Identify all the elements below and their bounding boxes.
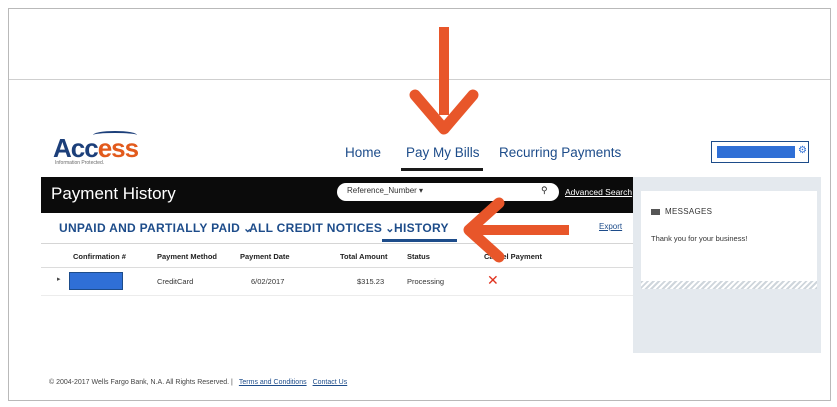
tab-unpaid-label: UNPAID AND PARTIALLY PAID <box>59 221 241 235</box>
logo-rest: ess <box>97 133 139 163</box>
column-header: Confirmation # <box>73 252 126 261</box>
search-icon[interactable]: ⚲ <box>541 185 548 196</box>
cell-status: Processing <box>407 277 445 286</box>
search-field-select[interactable]: Reference_Number ▾ <box>347 186 423 195</box>
card-edge-pattern <box>641 281 817 289</box>
logo-accent: Acc <box>53 133 99 163</box>
access-logo[interactable]: Access Information Protected. <box>53 131 143 171</box>
divider <box>41 267 633 268</box>
cell-payment-date: 6/02/2017 <box>251 277 285 286</box>
logo-wordmark: Access <box>53 133 139 163</box>
redacted-account-name <box>717 146 795 158</box>
column-header: Total Amount <box>340 252 388 261</box>
message-text: Thank you for your business! <box>651 234 748 243</box>
messages-heading: MESSAGES <box>651 207 712 216</box>
messages-card: MESSAGES Thank you for your business! <box>641 191 817 281</box>
column-header: Status <box>407 252 430 261</box>
page-title: Payment History <box>51 184 176 203</box>
column-header: Payment Date <box>240 252 290 261</box>
messages-heading-label: MESSAGES <box>665 207 713 216</box>
cancel-payment-icon[interactable]: ✕ <box>487 273 499 287</box>
screenshot-frame: Access Information Protected. Home Pay M… <box>8 8 831 401</box>
advanced-search-link[interactable]: Advanced Search <box>565 187 632 197</box>
copyright-text: © 2004-2017 Wells Fargo Bank, N.A. All R… <box>49 379 233 386</box>
expand-row-icon[interactable]: ▸ <box>57 275 61 283</box>
cell-payment-method: CreditCard <box>157 277 194 286</box>
redacted-confirmation-number[interactable] <box>69 272 123 290</box>
column-header: Payment Method <box>157 252 218 261</box>
nav-pay-my-bills[interactable]: Pay My Bills <box>406 145 480 160</box>
gear-icon[interactable]: ⚙ <box>798 145 807 156</box>
tab-active-indicator <box>382 239 457 242</box>
logo-tagline: Information Protected. <box>55 160 105 166</box>
terms-link[interactable]: Terms and Conditions <box>239 379 307 386</box>
contact-link[interactable]: Contact Us <box>313 379 348 386</box>
account-selector[interactable]: ⚙ <box>711 141 809 163</box>
divider <box>41 295 633 296</box>
annotation-arrow-down-icon <box>409 27 479 135</box>
tab-history[interactable]: HISTORY <box>394 221 449 235</box>
tab-unpaid[interactable]: UNPAID AND PARTIALLY PAID ⌄ <box>59 221 253 235</box>
nav-recurring-payments[interactable]: Recurring Payments <box>499 145 621 160</box>
messages-panel: MESSAGES Thank you for your business! <box>633 177 821 353</box>
export-link[interactable]: Export <box>599 222 622 231</box>
annotation-arrow-left-icon <box>463 197 569 263</box>
cell-total-amount: $315.23 <box>357 277 385 286</box>
nav-active-indicator <box>401 168 483 171</box>
footer: © 2004-2017 Wells Fargo Bank, N.A. All R… <box>49 379 347 386</box>
tab-credit-notices[interactable]: ALL CREDIT NOTICES ⌄ <box>249 221 395 235</box>
tab-credit-notices-label: ALL CREDIT NOTICES <box>249 221 383 235</box>
mail-icon <box>651 208 660 215</box>
nav-home[interactable]: Home <box>345 145 381 160</box>
